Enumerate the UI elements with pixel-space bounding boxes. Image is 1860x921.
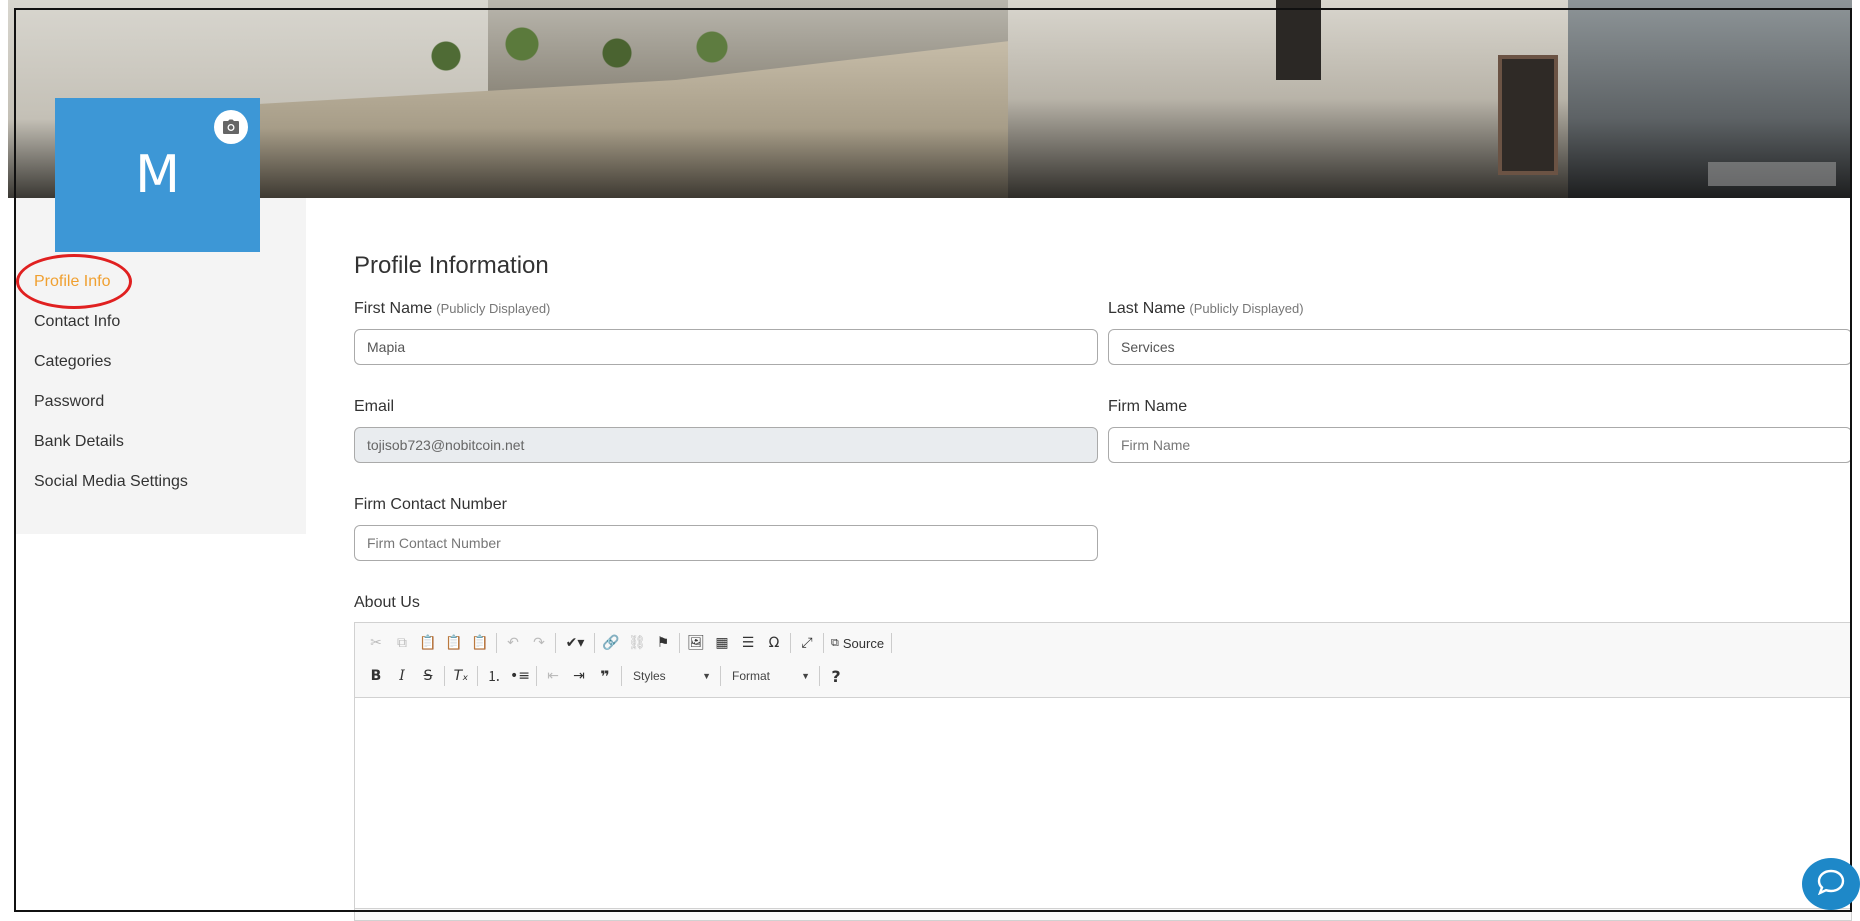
special-char-icon[interactable]: Ω — [761, 630, 787, 656]
toolbar-separator — [891, 633, 893, 653]
outdent-icon[interactable]: ⇤ — [540, 663, 566, 689]
remove-format-icon[interactable]: Tₓ — [448, 663, 474, 689]
chevron-down-icon: ▼ — [801, 671, 810, 681]
last-name-label: Last Name (Publicly Displayed) — [1108, 300, 1304, 318]
email-label: Email — [354, 398, 395, 415]
bold-icon[interactable]: B — [363, 663, 389, 689]
banner-plants — [408, 20, 788, 80]
format-label: Format — [732, 669, 771, 683]
editor-content-area[interactable] — [355, 699, 1851, 900]
chat-bubble-icon — [1817, 869, 1845, 900]
format-dropdown[interactable]: Format ▼ — [724, 663, 816, 689]
source-icon: ⧉ — [831, 636, 839, 649]
table-icon[interactable]: ▦ — [709, 630, 735, 656]
about-us-editor: ✂ ⧉ 📋 📋 📋 ↶ ↷ ✔▾ 🔗 ⛓ ⚑ 🖼 ▦ ☰ Ω ⤢ ⧉ Source — [354, 622, 1852, 921]
strikethrough-icon[interactable]: S — [415, 663, 441, 689]
banner-window — [1498, 55, 1558, 175]
link-icon[interactable]: 🔗 — [598, 630, 624, 656]
styles-label: Styles — [633, 669, 666, 683]
sidebar-item-contact-info[interactable]: Contact Info — [34, 313, 120, 331]
maximize-icon[interactable]: ⤢ — [794, 630, 820, 656]
first-name-input[interactable] — [354, 329, 1098, 365]
page-title: Profile Information — [354, 252, 549, 279]
firm-name-input[interactable] — [1108, 427, 1852, 463]
toolbar-separator — [819, 666, 820, 686]
editor-footer — [355, 908, 1851, 920]
chat-widget-button[interactable] — [1802, 858, 1860, 910]
toolbar-separator — [823, 633, 824, 653]
chevron-down-icon: ▼ — [702, 671, 711, 681]
change-cover-button[interactable] — [1708, 162, 1836, 186]
camera-icon[interactable] — [214, 110, 248, 144]
toolbar-separator — [496, 633, 497, 653]
toolbar-separator — [444, 666, 445, 686]
unlink-icon[interactable]: ⛓ — [624, 630, 650, 656]
blockquote-icon[interactable]: ❞ — [592, 663, 618, 689]
firm-name-label: Firm Name — [1108, 398, 1188, 415]
toolbar-separator — [790, 633, 791, 653]
indent-icon[interactable]: ⇥ — [566, 663, 592, 689]
avatar: M — [55, 98, 260, 252]
email-field[interactable] — [354, 427, 1098, 463]
last-name-input[interactable] — [1108, 329, 1852, 365]
help-icon[interactable]: ? — [823, 663, 849, 689]
toolbar-separator — [536, 666, 537, 686]
horizontal-rule-icon[interactable]: ☰ — [735, 630, 761, 656]
spellcheck-icon[interactable]: ✔▾ — [559, 630, 591, 656]
source-label: Source — [842, 635, 885, 651]
public-note: (Publicly Displayed) — [436, 301, 551, 316]
sidebar-item-profile-info[interactable]: Profile Info — [34, 273, 110, 291]
toolbar-separator — [477, 666, 478, 686]
undo-icon[interactable]: ↶ — [500, 630, 526, 656]
sidebar-item-categories[interactable]: Categories — [34, 353, 111, 371]
anchor-flag-icon[interactable]: ⚑ — [650, 630, 676, 656]
last-name-label-text: Last Name — [1108, 300, 1186, 317]
editor-toolbar: ✂ ⧉ 📋 📋 📋 ↶ ↷ ✔▾ 🔗 ⛓ ⚑ 🖼 ▦ ☰ Ω ⤢ ⧉ Source — [355, 623, 1851, 698]
source-button[interactable]: ⧉ Source — [827, 630, 888, 656]
image-icon[interactable]: 🖼 — [683, 630, 709, 656]
public-note: (Publicly Displayed) — [1189, 301, 1304, 316]
copy-icon[interactable]: ⧉ — [389, 630, 415, 656]
paste-icon[interactable]: 📋 — [415, 630, 441, 656]
styles-dropdown[interactable]: Styles ▼ — [625, 663, 717, 689]
numbered-list-icon[interactable]: ⒈ — [481, 663, 507, 689]
first-name-label-text: First Name — [354, 300, 433, 317]
avatar-initial: M — [135, 145, 180, 205]
banner-window — [1276, 0, 1321, 80]
toolbar-separator — [555, 633, 556, 653]
first-name-label: First Name (Publicly Displayed) — [354, 300, 550, 318]
paste-text-icon[interactable]: 📋 — [441, 630, 467, 656]
toolbar-separator — [679, 633, 680, 653]
toolbar-separator — [720, 666, 721, 686]
cover-banner — [8, 0, 1852, 198]
italic-icon[interactable]: I — [389, 663, 415, 689]
cut-icon[interactable]: ✂ — [363, 630, 389, 656]
sidebar-item-password[interactable]: Password — [34, 393, 104, 411]
sidebar-item-bank-details[interactable]: Bank Details — [34, 433, 124, 451]
sidebar-item-social-media-settings[interactable]: Social Media Settings — [34, 473, 188, 491]
toolbar-separator — [594, 633, 595, 653]
about-us-label: About Us — [354, 594, 420, 611]
firm-contact-label: Firm Contact Number — [354, 496, 507, 513]
toolbar-separator — [621, 666, 622, 686]
firm-contact-input[interactable] — [354, 525, 1098, 561]
paste-word-icon[interactable]: 📋 — [467, 630, 493, 656]
redo-icon[interactable]: ↷ — [526, 630, 552, 656]
bulleted-list-icon[interactable]: •≡ — [507, 663, 533, 689]
